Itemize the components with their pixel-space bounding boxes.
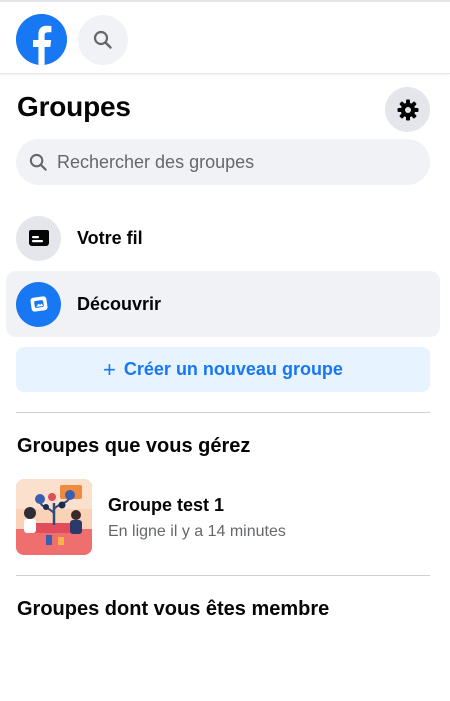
group-item[interactable]: Groupe test 1 En ligne il y a 14 minutes [16, 479, 430, 555]
nav-item-decouvrir[interactable]: Découvrir [6, 271, 440, 337]
create-group-label: Créer un nouveau groupe [123, 359, 343, 379]
settings-button[interactable] [385, 87, 430, 132]
search-icon [93, 30, 112, 49]
nav-item-votre-fil[interactable]: Votre fil [6, 205, 440, 271]
section-title-managed: Groupes que vous gérez [17, 435, 251, 457]
section-title-member: Groupes dont vous êtes membre [17, 598, 330, 620]
feed-icon [16, 215, 61, 261]
divider [16, 575, 430, 576]
divider [16, 412, 430, 413]
plus-icon: + [103, 356, 116, 382]
gear-icon [397, 99, 418, 120]
discover-icon [16, 281, 61, 327]
create-group-button[interactable]: + Créer un nouveau groupe [16, 347, 430, 392]
top-bar [0, 0, 450, 74]
search-icon [29, 153, 47, 171]
nav-item-label: Votre fil [77, 227, 143, 248]
facebook-logo-icon[interactable] [16, 14, 67, 65]
page-title: Groupes [17, 91, 131, 122]
search-placeholder: Rechercher des groupes [57, 151, 255, 172]
group-name: Groupe test 1 [108, 495, 225, 515]
nav-item-label: Découvrir [77, 293, 162, 314]
group-status: En ligne il y a 14 minutes [108, 523, 286, 540]
header-search-button[interactable] [78, 15, 128, 65]
group-thumbnail [16, 479, 92, 555]
groups-search-input[interactable]: Rechercher des groupes [16, 139, 430, 185]
